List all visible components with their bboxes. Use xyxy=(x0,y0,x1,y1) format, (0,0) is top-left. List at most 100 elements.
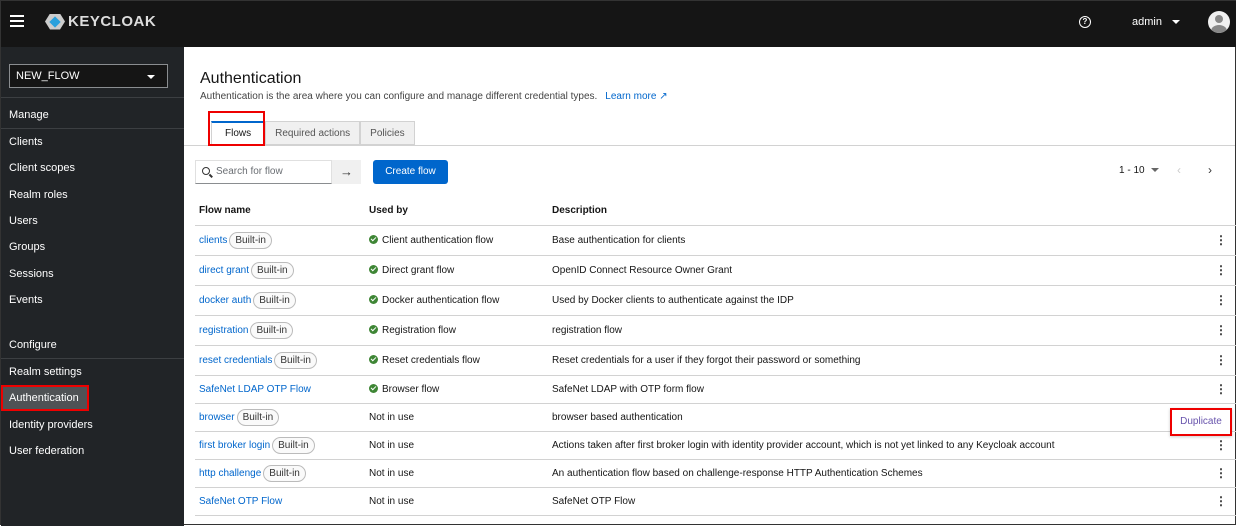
section-configure: Configure xyxy=(9,339,57,351)
description-cell: SafeNet OTP Flow xyxy=(548,487,1197,516)
description-cell: Actions taken after first broker login w… xyxy=(548,431,1197,460)
learn-more-label: Learn more xyxy=(605,91,657,102)
table-row: SafeNet LDAP OTP Flow Browser flow SafeN… xyxy=(195,375,1236,404)
built-in-badge: Built-in xyxy=(263,464,306,482)
pagination-toggle[interactable]: 1 - 10 xyxy=(1119,165,1159,176)
avatar[interactable] xyxy=(1208,11,1230,33)
search-placeholder: Search for flow xyxy=(216,166,283,177)
page-subtitle: Authentication is the area where you can… xyxy=(200,91,668,102)
kebab-menu-icon[interactable]: ⋮ xyxy=(1197,487,1236,516)
masthead: KEYCLOAK ? admin xyxy=(1,1,1236,47)
kebab-menu-icon[interactable]: ⋮ xyxy=(1197,225,1236,256)
flow-link[interactable]: direct grant xyxy=(199,265,249,276)
kebab-menu-icon[interactable]: ⋮ xyxy=(1197,315,1236,346)
sidebar-item-realm-settings[interactable]: Realm settings xyxy=(1,359,184,385)
table-row: direct grant Built-in Direct grant flow O… xyxy=(195,255,1236,286)
flow-link[interactable]: SafeNet OTP Flow xyxy=(199,496,282,507)
table-row: docker auth Built-in Docker authenticatio… xyxy=(195,285,1236,316)
table-row: http challenge Built-in Not in use An aut… xyxy=(195,459,1236,488)
description-cell: Reset credentials for a user if they for… xyxy=(548,345,1197,376)
built-in-badge: Built-in xyxy=(229,231,272,249)
description-cell: An authentication flow based on challeng… xyxy=(548,459,1197,488)
check-circle-icon xyxy=(369,354,378,364)
flow-link[interactable]: SafeNet LDAP OTP Flow xyxy=(199,384,311,395)
column-actions xyxy=(1197,197,1236,226)
sidebar-item-clients[interactable]: Clients xyxy=(1,129,184,155)
hamburger-menu-icon[interactable] xyxy=(10,15,24,27)
built-in-badge: Built-in xyxy=(250,321,294,339)
tab-required-actions[interactable]: Required actions xyxy=(265,121,361,145)
previous-page-icon[interactable]: ‹ xyxy=(1177,163,1181,177)
duplicate-menu-item[interactable]: Duplicate xyxy=(1170,408,1232,436)
tab-policies[interactable]: Policies xyxy=(360,121,415,145)
used-by-cell: Not in use xyxy=(365,459,548,488)
learn-more-link[interactable]: Learn more ↗ xyxy=(605,91,667,102)
sidebar-item-sessions[interactable]: Sessions xyxy=(1,261,184,287)
search-submit-button[interactable]: → xyxy=(332,160,361,184)
caret-down-icon xyxy=(1150,168,1159,173)
flow-link[interactable]: first broker login xyxy=(199,440,270,451)
flow-link[interactable]: clients xyxy=(199,235,227,246)
search-input[interactable]: Search for flow xyxy=(195,160,332,184)
flow-name-cell: reset credentials Built-in xyxy=(195,345,365,376)
used-by-cell: Not in use xyxy=(365,431,548,460)
kebab-menu-icon[interactable]: ⋮ xyxy=(1197,459,1236,488)
kebab-menu-icon[interactable]: ⋮ xyxy=(1197,285,1236,316)
flow-name-cell: http challenge Built-in xyxy=(195,459,365,488)
flow-link[interactable]: registration xyxy=(199,325,248,336)
flows-table: Flow name Used by Description clients Bui… xyxy=(195,197,1236,516)
kebab-menu-icon[interactable]: ⋮ xyxy=(1197,375,1236,404)
description-cell: OpenID Connect Resource Owner Grant xyxy=(548,255,1197,286)
description-cell: Base authentication for clients xyxy=(548,225,1197,256)
built-in-badge: Built-in xyxy=(274,351,317,369)
tab-divider xyxy=(184,145,1235,146)
check-circle-icon xyxy=(369,383,378,393)
sidebar-item-realm-roles[interactable]: Realm roles xyxy=(1,182,184,208)
description-cell: registration flow xyxy=(548,315,1197,346)
column-description: Description xyxy=(548,197,1197,226)
check-circle-icon xyxy=(369,324,378,334)
flow-name-cell: SafeNet LDAP OTP Flow xyxy=(195,375,365,404)
used-by-text: Client authentication flow xyxy=(382,234,494,246)
keycloak-logo-icon xyxy=(45,13,65,30)
sidebar-item-client-scopes[interactable]: Client scopes xyxy=(1,155,184,181)
kebab-menu-icon[interactable]: ⋮ xyxy=(1197,345,1236,376)
sidebar-item-identity-providers[interactable]: Identity providers xyxy=(1,412,184,438)
flow-name-cell: first broker login Built-in xyxy=(195,431,365,460)
sidebar-item-events[interactable]: Events xyxy=(1,287,184,313)
realm-selector[interactable]: NEW_FLOW xyxy=(9,64,168,88)
description-cell: browser based authentication xyxy=(548,403,1197,432)
flow-name-cell: docker auth Built-in xyxy=(195,285,365,316)
sidebar: NEW_FLOW Manage Clients Client scopes Real… xyxy=(1,47,184,526)
used-by-cell: Direct grant flow xyxy=(365,255,548,286)
create-flow-button[interactable]: Create flow xyxy=(373,160,448,184)
highlight-box xyxy=(208,111,265,146)
next-page-icon[interactable]: › xyxy=(1208,163,1212,177)
built-in-badge: Built-in xyxy=(251,261,294,279)
description-cell: Used by Docker clients to authenticate a… xyxy=(548,285,1197,316)
flow-link[interactable]: docker auth xyxy=(199,295,251,306)
used-by-cell: Reset credentials flow xyxy=(365,345,548,376)
used-by-cell: Browser flow xyxy=(365,375,548,404)
search-icon xyxy=(202,167,210,175)
arrow-right-icon: → xyxy=(340,164,353,179)
used-by-text: Direct grant flow xyxy=(382,264,455,276)
flow-link[interactable]: http challenge xyxy=(199,468,261,479)
sidebar-item-authentication[interactable]: Authentication xyxy=(1,385,89,412)
caret-down-icon xyxy=(147,75,155,79)
flow-name-cell: clients Built-in xyxy=(195,225,365,256)
user-menu[interactable]: admin xyxy=(1132,16,1180,28)
help-icon[interactable]: ? xyxy=(1079,16,1091,28)
flow-link[interactable]: reset credentials xyxy=(199,355,272,366)
table-row: browser Built-in Not in use browser based… xyxy=(195,403,1236,432)
flow-link[interactable]: browser xyxy=(199,412,235,423)
sidebar-item-user-federation[interactable]: User federation xyxy=(1,438,184,464)
sidebar-item-groups[interactable]: Groups xyxy=(1,234,184,260)
column-used-by: Used by xyxy=(365,197,548,226)
sidebar-item-users[interactable]: Users xyxy=(1,208,184,234)
kebab-menu-icon[interactable]: ⋮ xyxy=(1197,255,1236,286)
keycloak-logo[interactable]: KEYCLOAK xyxy=(45,13,156,30)
table-row: reset credentials Built-in Reset credenti… xyxy=(195,345,1236,376)
check-circle-icon xyxy=(369,234,378,244)
column-flow-name: Flow name xyxy=(195,197,365,226)
